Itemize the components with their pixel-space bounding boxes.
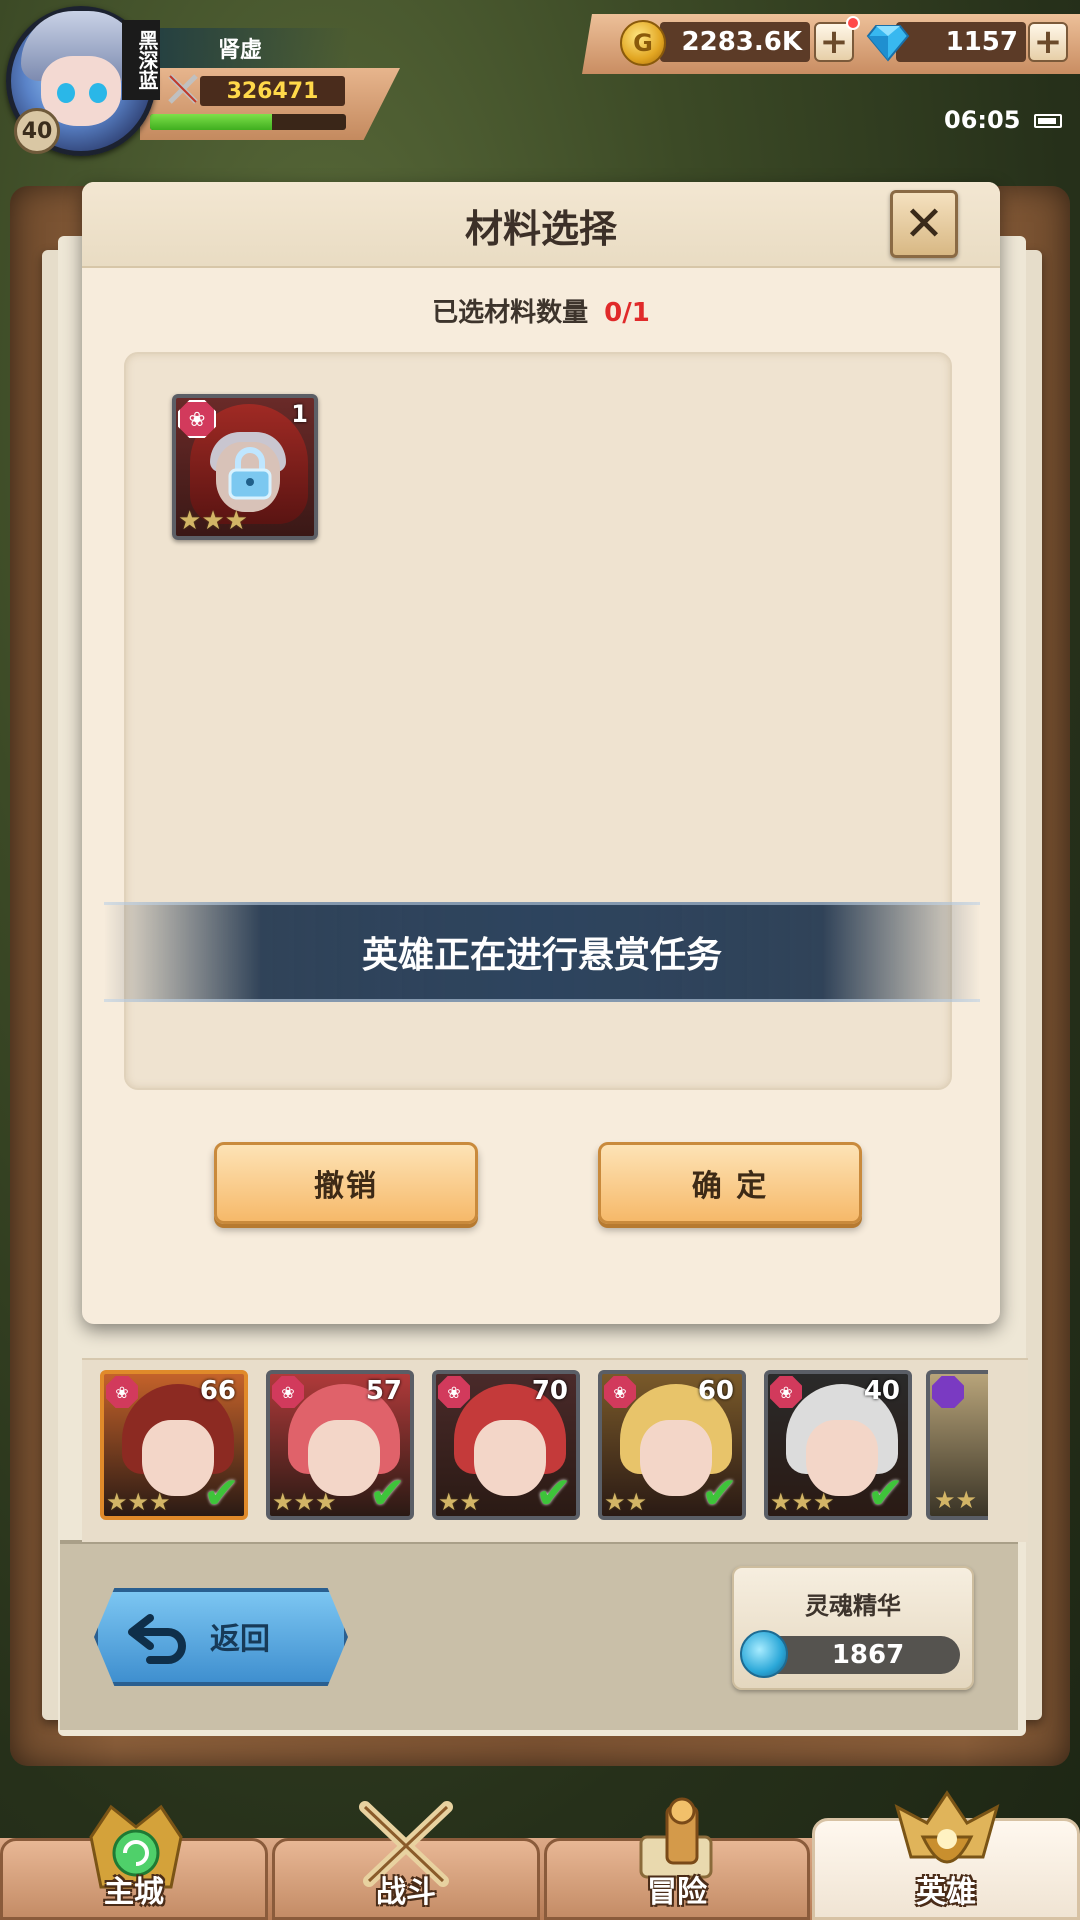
hero-card[interactable]: ★★ [926, 1370, 988, 1520]
star-icon: ★ [149, 1488, 171, 1516]
avatar-eye [57, 83, 75, 103]
xp-bar [150, 114, 346, 130]
avatar-eye [89, 83, 107, 103]
back-label: 返回 [210, 1622, 270, 1657]
hero-card[interactable]: ❀ 66 ★ ★ ★ ✔ [100, 1370, 248, 1520]
star-icon: ★ [293, 1488, 316, 1516]
hero-card[interactable]: ❀ 57 ★ ★ ★ ✔ [266, 1370, 414, 1520]
checkmark-icon: ✔ [535, 1468, 572, 1519]
soul-essence-label: 灵魂精华 [805, 1592, 901, 1620]
close-icon: ✕ [903, 196, 945, 252]
add-gems-button[interactable]: + [1028, 22, 1068, 62]
star-icon: ★ [106, 1488, 128, 1516]
star-icon: ★ [625, 1488, 648, 1516]
clock: 06:05 [944, 106, 1021, 134]
star-rating: ★ ★ ★ [178, 508, 248, 534]
gem-amount: 1157 [896, 22, 1026, 62]
gold-coin-icon: G [620, 20, 666, 66]
back-arrow-icon [128, 1614, 186, 1664]
star-icon: ★ [770, 1488, 792, 1516]
hero-card[interactable]: ❀ 70 ★ ★ ✔ [432, 1370, 580, 1520]
hero-level: 57 [365, 1376, 402, 1406]
nav-tab-heroes[interactable]: 英雄 [812, 1790, 1080, 1920]
star-icon: ★ [438, 1488, 460, 1516]
flower-icon: ❀ [604, 1376, 636, 1408]
material-card[interactable]: ❀ 1 ★ ★ ★ [172, 394, 318, 540]
star-icon: ★ [178, 506, 202, 536]
nav-tab-battle[interactable]: 战斗 [272, 1801, 540, 1920]
soul-orb-icon [740, 1630, 788, 1678]
star-icon: ★ [224, 506, 248, 536]
star-icon: ★ [459, 1488, 482, 1516]
close-button[interactable]: ✕ [890, 190, 958, 258]
hero-card[interactable]: ❀ 60 ★ ★ ✔ [598, 1370, 746, 1520]
level-badge: 40 [14, 108, 60, 154]
material-level: 1 [291, 400, 308, 428]
selected-count-value: 0/1 [604, 298, 650, 328]
guild-tag: 黑深蓝 [122, 20, 160, 100]
star-rating: ★ ★ [438, 1490, 481, 1514]
notice-banner: 英雄正在进行悬赏任务 [104, 902, 980, 1002]
flower-icon: ❀ [770, 1376, 802, 1408]
checkmark-icon: ✔ [203, 1468, 240, 1519]
star-icon: ★ [201, 506, 225, 536]
hero-card[interactable]: ❀ 40 ★ ★ ★ ✔ [764, 1370, 912, 1520]
selected-count-label: 已选材料数量 [432, 298, 589, 328]
star-icon: ★ [791, 1488, 814, 1516]
diamond-icon [866, 25, 910, 62]
star-icon: ★ [315, 1488, 337, 1516]
cancel-button[interactable]: 撤销 [214, 1142, 478, 1224]
nav-tab-main-city[interactable]: 主城 [0, 1804, 268, 1920]
gold-amount: 2283.6K [660, 22, 810, 62]
battery-icon [1034, 114, 1062, 128]
hero-level: 66 [199, 1376, 236, 1406]
star-icon: ★ [272, 1488, 294, 1516]
lock-icon [228, 447, 272, 500]
nav-tab-adventure[interactable]: 冒险 [544, 1797, 810, 1920]
confirm-button[interactable]: 确 定 [598, 1142, 862, 1224]
star-rating: ★ ★ ★ [272, 1490, 337, 1514]
nav-label: 英雄 [916, 1875, 976, 1910]
hero-level: 40 [863, 1376, 900, 1406]
star-rating: ★ ★ [604, 1490, 647, 1514]
flower-icon: ❀ [178, 400, 216, 438]
nav-label: 主城 [104, 1875, 164, 1910]
player-name: 肾虚 [150, 28, 350, 68]
checkmark-icon: ✔ [369, 1468, 406, 1519]
dialog-title: 材料选择 [464, 207, 617, 251]
nav-label: 战斗 [376, 1875, 436, 1910]
star-rating: ★ ★ ★ [106, 1490, 171, 1514]
flower-icon: ❀ [438, 1376, 470, 1408]
star-icon: ★ [604, 1488, 626, 1516]
checkmark-icon: ✔ [867, 1468, 904, 1519]
nav-label: 冒险 [647, 1875, 707, 1910]
flower-icon: ❀ [106, 1376, 138, 1408]
star-icon: ★ [813, 1488, 835, 1516]
flower-icon: ❀ [272, 1376, 304, 1408]
checkmark-icon: ✔ [701, 1468, 738, 1519]
star-icon: ★ [127, 1488, 150, 1516]
hero-level: 70 [531, 1376, 568, 1406]
star-icon: ★★ [934, 1486, 978, 1514]
star-rating: ★ ★ ★ [770, 1490, 835, 1514]
crossed-swords-icon [168, 74, 198, 104]
notification-dot [846, 16, 860, 30]
selected-count: 已选材料数量 0/1 [82, 292, 1000, 329]
power-value: 326471 [200, 76, 345, 106]
class-icon [932, 1376, 964, 1408]
hero-level: 60 [697, 1376, 734, 1406]
xp-fill [150, 114, 272, 130]
